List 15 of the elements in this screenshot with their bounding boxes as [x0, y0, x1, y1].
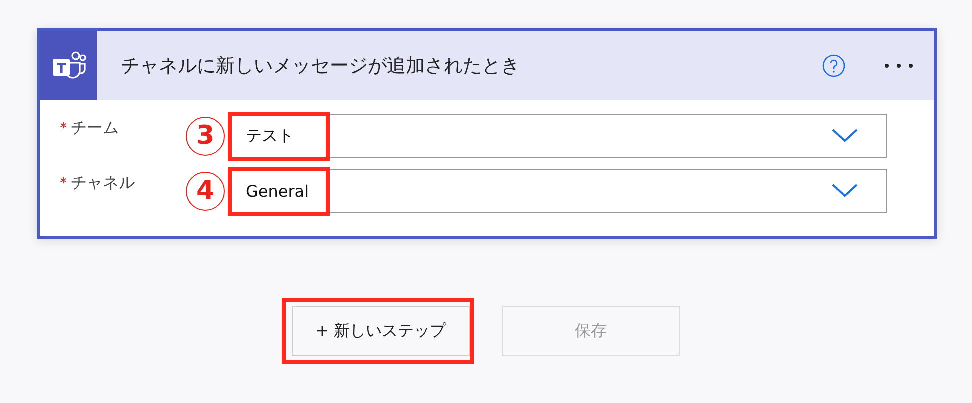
new-step-button[interactable]: + 新しいステップ: [292, 306, 470, 356]
chevron-down-icon: [832, 184, 858, 198]
teams-logo-icon: [40, 31, 97, 100]
card-title: チャネルに新しいメッセージが追加されたとき: [121, 54, 521, 78]
dropdown-field[interactable]: テスト: [229, 114, 887, 158]
help-icon[interactable]: [822, 54, 846, 78]
more-options-icon[interactable]: [884, 62, 914, 68]
field-label: チャネル: [71, 173, 135, 194]
chevron-down-icon: [832, 129, 858, 143]
field-value: テスト: [246, 126, 294, 146]
step-number-marker: 4: [186, 172, 225, 210]
field-label: チーム: [71, 118, 119, 139]
dropdown-field[interactable]: General: [229, 169, 887, 213]
field-value: General: [246, 182, 310, 200]
step-number-marker: 3: [186, 116, 225, 156]
